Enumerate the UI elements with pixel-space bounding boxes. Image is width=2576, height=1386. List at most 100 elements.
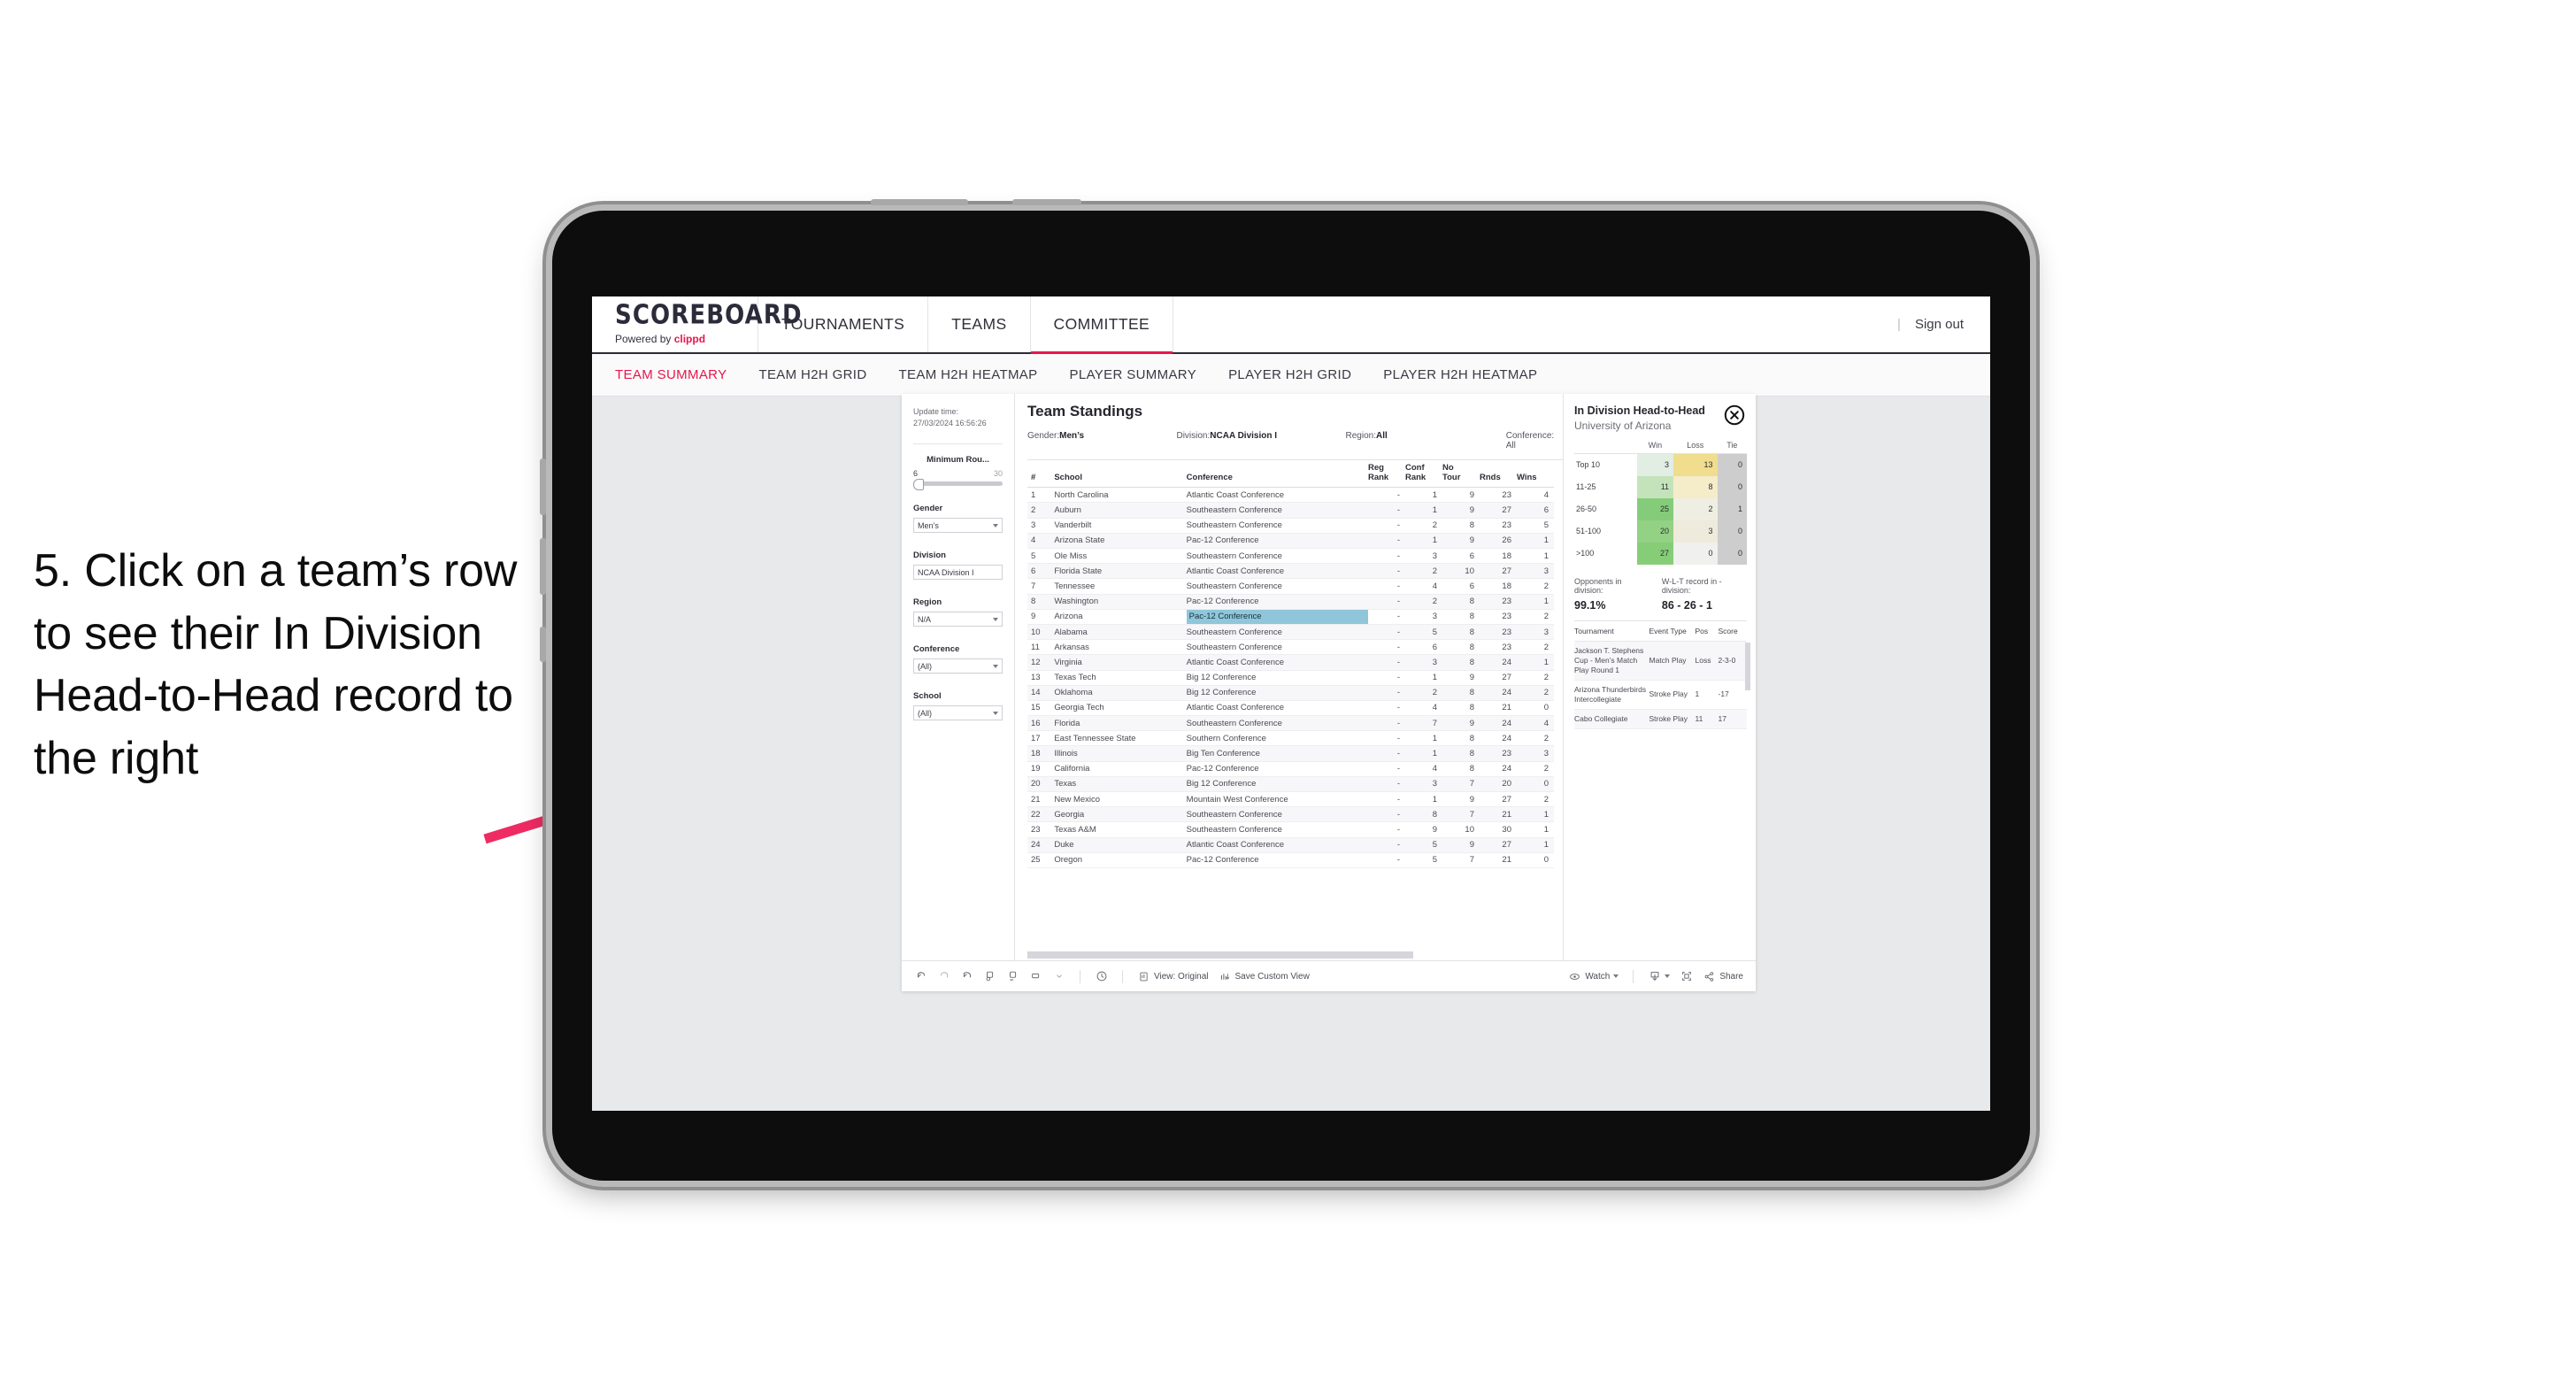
tab-player-h2h-heatmap[interactable]: PLAYER H2H HEATMAP — [1383, 367, 1537, 382]
min-rounds-slider[interactable] — [913, 479, 1003, 491]
table-row[interactable]: 3 Vanderbilt Southeastern Conference -2 8 23 5 — [1027, 518, 1554, 534]
reg-rank-cell: - — [1367, 487, 1405, 504]
horizontal-scrollbar[interactable] — [1027, 951, 1413, 959]
table-row[interactable]: 1 North Carolina Atlantic Coast Conference… — [1027, 487, 1554, 504]
table-row[interactable]: 9 Arizona Pac-12 Conference -3 8 23 2 — [1027, 609, 1554, 625]
table-row[interactable]: 5 Ole Miss Southeastern Conference -3 6 18 1 — [1027, 548, 1554, 565]
col-wins[interactable]: Wins — [1516, 460, 1554, 489]
col-event-type[interactable]: Event Type — [1649, 620, 1696, 642]
col-conference[interactable]: Conference — [1186, 460, 1368, 489]
vertical-scrollbar[interactable] — [1745, 642, 1750, 690]
redo-icon[interactable] — [937, 970, 950, 983]
tab-player-summary[interactable]: PLAYER SUMMARY — [1070, 367, 1197, 382]
h2h-loss-cell[interactable]: 3 — [1673, 520, 1718, 543]
col-reg-rank[interactable]: Reg Rank — [1367, 460, 1405, 489]
no-tour-cell: 9 — [1442, 502, 1480, 519]
table-row[interactable]: 4 Arizona State Pac-12 Conference -1 9 26 1 — [1027, 533, 1554, 550]
table-row[interactable]: 8 Washington Pac-12 Conference -2 8 23 1 — [1027, 594, 1554, 610]
table-row[interactable]: 25 Oregon Pac-12 Conference -5 7 21 0 — [1027, 852, 1554, 868]
table-row[interactable]: 7 Tennessee Southeastern Conference -4 6 18 2 — [1027, 578, 1554, 595]
table-row[interactable]: 2 Auburn Southeastern Conference -1 9 27 6 — [1027, 502, 1554, 519]
h2h-win-cell[interactable]: 25 — [1636, 497, 1674, 520]
volume-up-button[interactable] — [540, 458, 546, 515]
col-score[interactable]: Score — [1718, 620, 1747, 642]
share-button[interactable]: Share — [1703, 970, 1743, 983]
table-row[interactable]: 13 Texas Tech Big 12 Conference -1 9 27 2 — [1027, 670, 1554, 686]
refresh-data-icon[interactable] — [983, 970, 996, 983]
sign-out-link[interactable]: Sign out — [1915, 317, 1964, 332]
volume-down-button[interactable] — [540, 538, 546, 595]
chevron-down-icon[interactable] — [1052, 970, 1065, 983]
table-row[interactable]: 16 Florida Southeastern Conference -7 9 24 4 — [1027, 715, 1554, 732]
table-row[interactable]: 23 Texas A&M Southeastern Conference -9 10 30… — [1027, 821, 1554, 838]
gender-select[interactable]: Men’s — [913, 518, 1003, 534]
tab-player-h2h-grid[interactable]: PLAYER H2H GRID — [1228, 367, 1351, 382]
h2h-win-cell[interactable]: 20 — [1636, 520, 1674, 543]
table-row[interactable]: 18 Illinois Big Ten Conference -1 8 23 3 — [1027, 745, 1554, 762]
list-item[interactable]: Cabo Collegiate Stroke Play 11 17 — [1574, 709, 1747, 729]
revert-icon[interactable] — [960, 970, 973, 983]
table-row[interactable]: 12 Virginia Atlantic Coast Conference -3 8 24… — [1027, 654, 1554, 671]
list-item[interactable]: Jackson T. Stephens Cup - Men’s Match Pl… — [1574, 641, 1747, 681]
pause-auto-update-icon[interactable] — [1006, 970, 1019, 983]
slider-handle[interactable] — [913, 479, 924, 491]
table-row[interactable]: 11 Arkansas Southeastern Conference -6 8 23 2 — [1027, 639, 1554, 656]
table-row[interactable]: 14 Oklahoma Big 12 Conference -2 8 24 2 — [1027, 685, 1554, 701]
h2h-tie-cell[interactable]: 0 — [1717, 542, 1747, 565]
table-row[interactable]: 20 Texas Big 12 Conference -3 7 20 0 — [1027, 776, 1554, 793]
h2h-loss-cell[interactable]: 2 — [1673, 497, 1718, 520]
table-row[interactable]: 24 Duke Atlantic Coast Conference -5 9 27 1 — [1027, 837, 1554, 853]
h2h-tie-cell[interactable]: 0 — [1717, 475, 1747, 498]
h2h-loss-cell[interactable]: 8 — [1673, 475, 1718, 498]
h2h-win-cell[interactable]: 27 — [1636, 542, 1674, 565]
highlight-icon[interactable] — [1029, 970, 1042, 983]
h2h-win-cell[interactable]: 11 — [1636, 475, 1674, 498]
power-button[interactable] — [540, 627, 546, 662]
col-tournament[interactable]: Tournament — [1574, 620, 1649, 642]
filter-school: School (All) — [913, 691, 1003, 721]
table-row[interactable]: 22 Georgia Southeastern Conference -8 7 21 1 — [1027, 806, 1554, 823]
col-no-tour[interactable]: No Tour — [1442, 460, 1480, 489]
download-button[interactable] — [1648, 970, 1671, 983]
list-item[interactable]: Arizona Thunderbirds Intercollegiate Stro… — [1574, 680, 1747, 710]
tab-team-summary[interactable]: TEAM SUMMARY — [615, 367, 727, 382]
nav-teams[interactable]: TEAMS — [928, 296, 1031, 352]
h2h-loss-cell[interactable]: 0 — [1673, 542, 1718, 565]
clock-icon[interactable] — [1095, 970, 1108, 983]
col-school[interactable]: School — [1054, 460, 1187, 489]
region-select[interactable]: N/A — [913, 612, 1003, 628]
fullscreen-icon[interactable] — [1680, 970, 1693, 983]
table-row[interactable]: 10 Alabama Southeastern Conference -5 8 23 3 — [1027, 624, 1554, 641]
close-circle-icon[interactable] — [1724, 404, 1745, 426]
save-custom-view-button[interactable]: Save Custom View — [1219, 970, 1310, 983]
col-conf-rank[interactable]: Conf Rank — [1404, 460, 1442, 489]
table-row[interactable]: 17 East Tennessee State Southern Conferenc… — [1027, 730, 1554, 747]
table-row[interactable]: 21 New Mexico Mountain West Conference -1 9 2… — [1027, 791, 1554, 808]
col-rank[interactable]: # — [1027, 460, 1055, 489]
division-select[interactable]: NCAA Division I — [913, 565, 1003, 581]
watch-button[interactable]: Watch — [1568, 970, 1619, 983]
h2h-loss-cell[interactable]: 13 — [1673, 453, 1718, 476]
nav-tournaments[interactable]: TOURNAMENTS — [758, 296, 929, 352]
h2h-tie-cell[interactable]: 0 — [1717, 520, 1747, 543]
conference-select[interactable]: (All) — [913, 658, 1003, 674]
no-tour-cell: 9 — [1442, 670, 1480, 686]
h2h-tie-cell[interactable]: 1 — [1717, 497, 1747, 520]
stat-opponents-value: 99.1% — [1574, 598, 1606, 612]
tab-team-h2h-grid[interactable]: TEAM H2H GRID — [758, 367, 866, 382]
table-row[interactable]: 19 California Pac-12 Conference -4 8 24 2 — [1027, 761, 1554, 777]
table-row[interactable]: 6 Florida State Atlantic Coast Conference -… — [1027, 563, 1554, 580]
view-original-button[interactable]: View: Original — [1137, 970, 1209, 983]
school-select[interactable]: (All) — [913, 705, 1003, 721]
h2h-win-cell[interactable]: 3 — [1636, 453, 1674, 476]
table-row[interactable]: 15 Georgia Tech Atlantic Coast Conference -… — [1027, 700, 1554, 717]
h2h-tie-cell[interactable]: 0 — [1717, 453, 1747, 476]
nav-committee[interactable]: COMMITTEE — [1030, 296, 1174, 354]
col-pos[interactable]: Pos — [1695, 620, 1719, 642]
col-rnds[interactable]: Rnds — [1479, 460, 1517, 489]
meta-division-label: Division: — [1176, 431, 1211, 441]
wins-cell: 1 — [1516, 654, 1554, 671]
tab-team-h2h-heatmap[interactable]: TEAM H2H HEATMAP — [899, 367, 1038, 382]
logo[interactable]: SCOREBOARD Powered by clippd — [592, 296, 802, 352]
undo-icon[interactable] — [914, 970, 927, 983]
